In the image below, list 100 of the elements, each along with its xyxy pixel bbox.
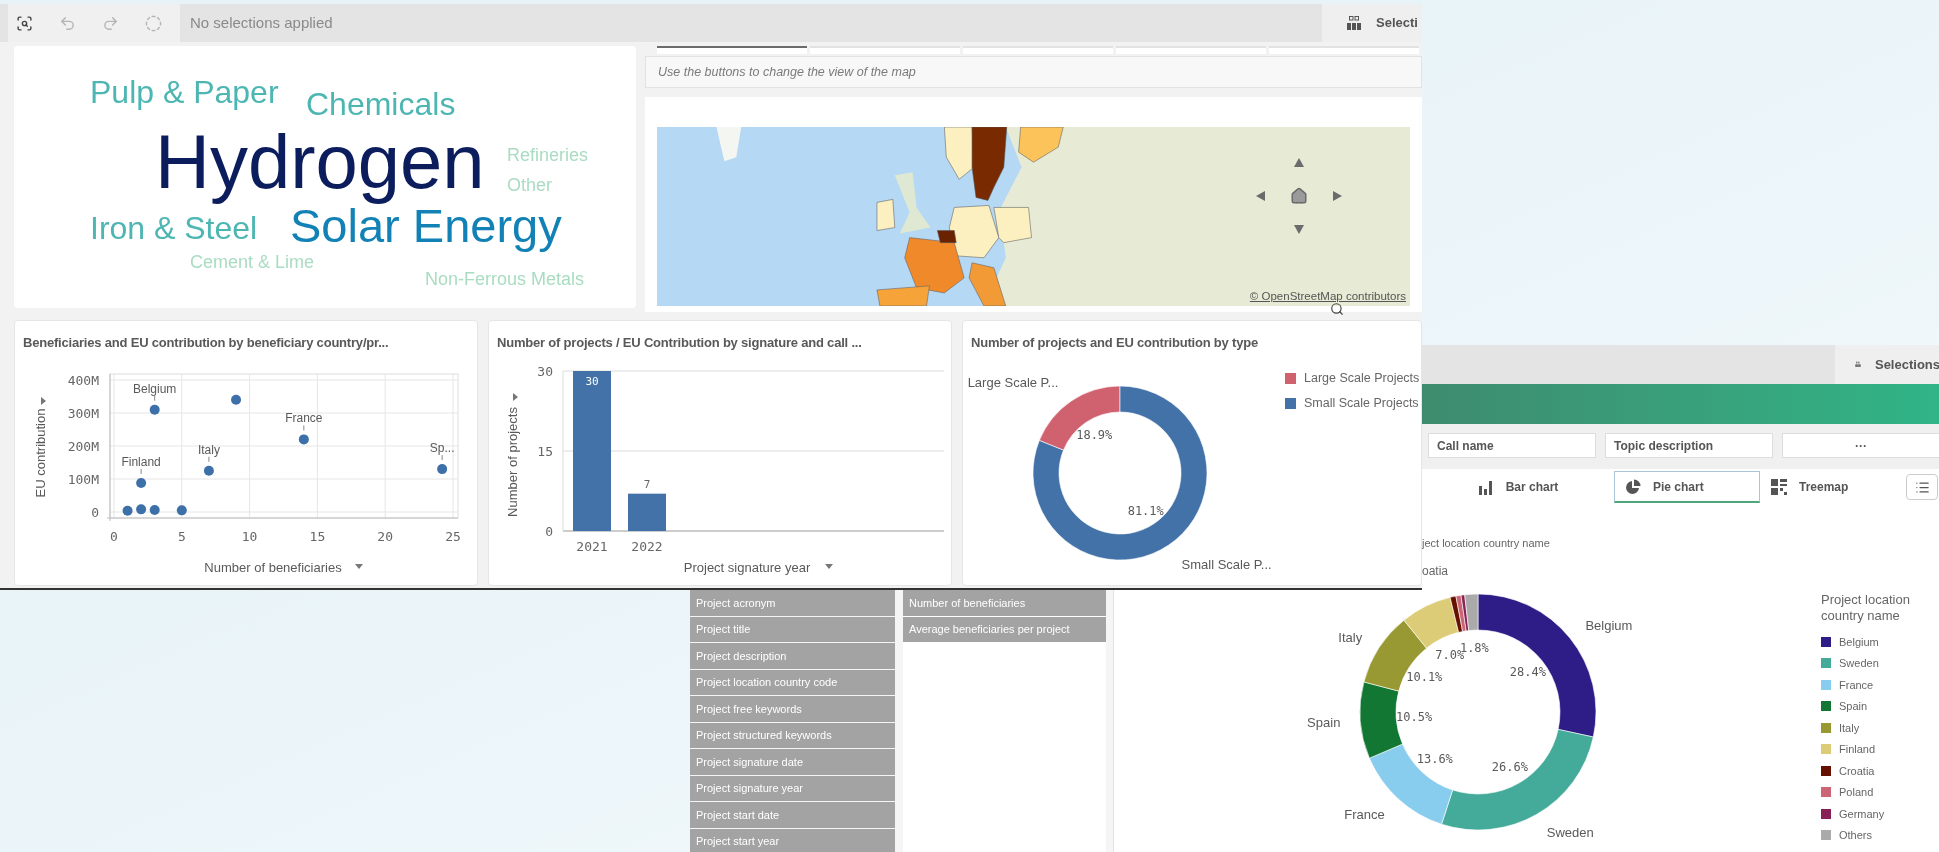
axis-tick-label: 0 (545, 524, 553, 539)
pan-down-icon[interactable] (1293, 223, 1305, 235)
data-point (437, 464, 448, 475)
data-point (298, 434, 309, 445)
legend-label: Italy (1839, 720, 1860, 736)
legend-label: Belgium (1839, 634, 1879, 650)
value-label: 81.1% (1127, 504, 1164, 519)
legend-title: Project location country name (1821, 592, 1911, 625)
legend-label: Small Scale Projects (1304, 394, 1419, 412)
leader-line (154, 395, 156, 402)
grid-icon[interactable] (1346, 15, 1362, 31)
field-item[interactable]: Project structured keywords (690, 722, 895, 748)
axis-tick-label: 2022 (631, 539, 663, 554)
legend-label: Poland (1839, 785, 1874, 800)
data-point (203, 465, 214, 476)
value-label: 28.4% (1509, 664, 1546, 679)
field-item[interactable]: Project acronym (690, 590, 895, 616)
field-item[interactable]: Project start date (690, 802, 895, 828)
leader-line (441, 454, 443, 461)
axis-tick-label: 200M (67, 439, 99, 454)
chart-title: Number of projects and EU contribution by type (970, 334, 1259, 352)
selection-status: No selections applied (190, 12, 333, 33)
value-label: 26.6% (1491, 760, 1528, 775)
country-shape (944, 127, 975, 180)
value-label: 10.1% (1406, 670, 1443, 685)
pan-up-icon[interactable] (1293, 157, 1305, 169)
axis-tick-label: 0 (91, 505, 99, 520)
cloud-word[interactable]: Refineries (507, 146, 589, 164)
axis-tick-label: 15 (537, 444, 553, 459)
axis-tick-label: 25 (445, 529, 461, 544)
dropdown-icon[interactable] (41, 397, 46, 405)
cloud-word[interactable]: Iron & Steel (90, 212, 258, 244)
legend-label: Germany (1839, 806, 1885, 822)
value-label: 18.9% (1076, 427, 1113, 442)
leader-line (303, 424, 305, 431)
field-item[interactable]: Project free keywords (690, 696, 895, 722)
home-icon[interactable] (1290, 187, 1308, 205)
filter-box[interactable]: Topic description (1605, 433, 1773, 458)
slice-label: Spain (1307, 714, 1341, 730)
cloud-word[interactable]: Pulp & Paper (90, 76, 279, 108)
field-item[interactable]: Project title (690, 616, 895, 642)
legend-label: Croatia (1839, 763, 1875, 779)
legend-label: Spain (1839, 699, 1868, 714)
measure-item[interactable]: Average beneficiaries per project (903, 616, 1106, 642)
axis-tick-label: 10 (241, 529, 258, 544)
point-label: France (285, 411, 323, 426)
field-item[interactable]: Project signature date (690, 749, 895, 775)
point-label: Finland (121, 454, 161, 469)
filter-box[interactable]: ··· (1782, 433, 1939, 458)
view-tab[interactable]: Bar chart (1422, 471, 1614, 503)
data-point (122, 505, 133, 516)
slice-label: Small Scale P... (1181, 557, 1272, 573)
map-attribution[interactable]: © OpenStreetMap contributors (1249, 287, 1406, 305)
legend-label: France (1839, 677, 1874, 693)
country-shape (968, 262, 1007, 306)
country-shape (876, 199, 896, 231)
legend-label: Finland (1839, 742, 1876, 757)
view-tab[interactable]: Pie chart (1614, 471, 1760, 503)
field-item[interactable]: Project signature year (690, 775, 895, 801)
map-hint: Use the buttons to change the view of the map (658, 63, 916, 81)
pie-chart-icon (1625, 478, 1641, 495)
cloud-word[interactable]: Cement & Lime (190, 253, 315, 271)
value-label: 13.6% (1416, 752, 1453, 767)
measure-item[interactable]: Number of beneficiaries (903, 590, 1106, 616)
leader-line (208, 456, 210, 463)
axis-title: Number of projects (505, 407, 520, 517)
cloud-word[interactable]: Chemicals (306, 88, 456, 120)
map-tab[interactable] (657, 46, 807, 54)
list-view-button[interactable] (1906, 474, 1938, 500)
axis-tick-label: 5 (177, 529, 186, 544)
axis-tick-label: 15 (309, 529, 326, 544)
land-area (716, 127, 742, 162)
data-point (136, 477, 147, 488)
bar (628, 493, 666, 531)
dropdown-icon[interactable] (513, 393, 518, 401)
filter-box[interactable]: Call name (1428, 433, 1596, 458)
zoom-icon[interactable] (1330, 302, 1344, 316)
legend-label: Sweden (1839, 656, 1879, 671)
pan-right-icon[interactable] (1331, 190, 1343, 202)
cloud-word[interactable]: Non-Ferrous Metals (425, 270, 585, 288)
slice-label: Large Scale P... (967, 374, 1059, 390)
axis-title: Number of beneficiaries (204, 560, 342, 575)
field-item[interactable]: Project start year (690, 828, 895, 852)
leader-line (140, 468, 142, 475)
view-tab[interactable]: Treemap (1760, 471, 1906, 503)
pan-left-icon[interactable] (1255, 190, 1267, 202)
data-point (149, 404, 160, 415)
data-point (231, 394, 242, 405)
slice-label: Belgium (1585, 618, 1633, 634)
dropdown-icon[interactable] (355, 564, 363, 569)
point-label: Italy (197, 442, 220, 457)
field-item[interactable]: Project description (690, 643, 895, 669)
cloud-word[interactable]: Other (507, 176, 553, 194)
axis-tick-label: 300M (67, 406, 99, 421)
chart-subtitle: ject location country name (1422, 536, 1551, 551)
smart-search-icon[interactable] (16, 14, 33, 32)
field-item[interactable]: Project location country code (690, 669, 895, 695)
country-shape (1018, 127, 1064, 163)
dropdown-icon[interactable] (825, 564, 833, 569)
land-area (894, 172, 931, 234)
